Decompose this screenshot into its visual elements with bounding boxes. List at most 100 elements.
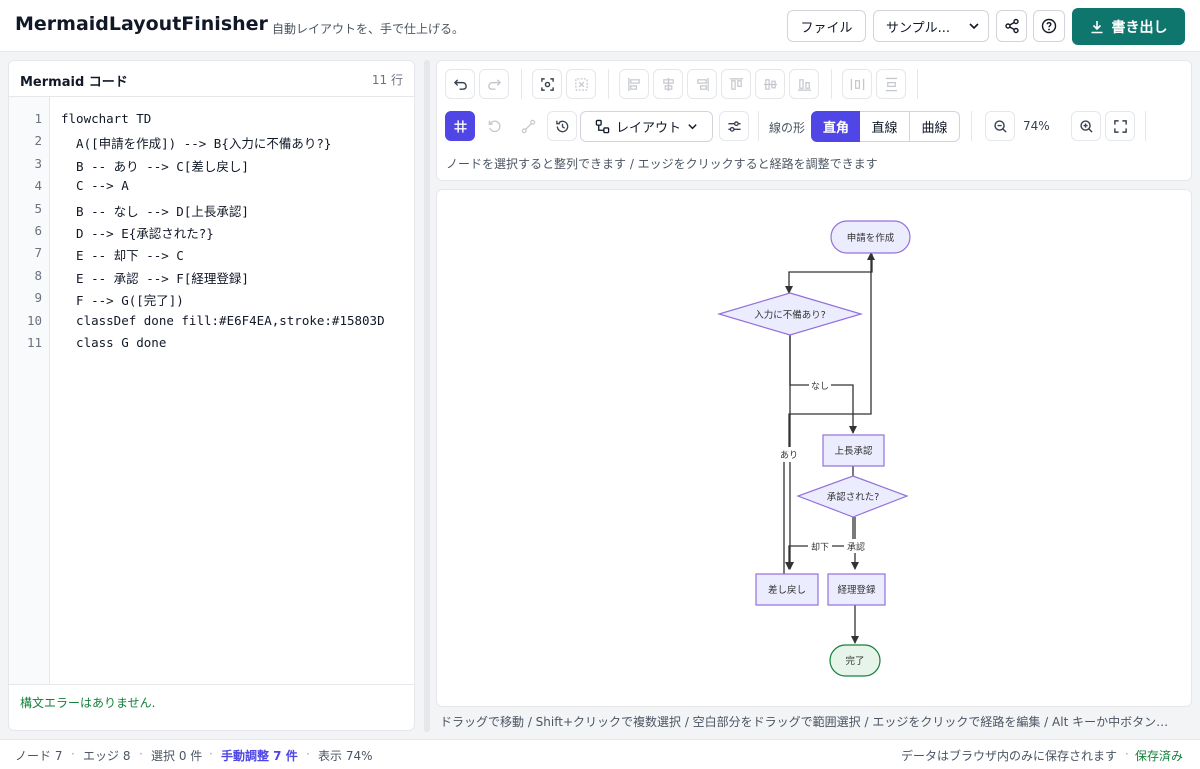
- status-separator: ·: [139, 747, 143, 761]
- canvas-hint: ドラッグで移動 / Shift+クリックで複数選択 / 空白部分をドラッグで範囲…: [440, 715, 1169, 729]
- app-subtitle: 自動レイアウトを、手で仕上げる。: [272, 22, 465, 36]
- align-right-button[interactable]: [687, 69, 717, 99]
- status-bar: ノード 7 · エッジ 8 · 選択 0 件 · 手動調整 7 件 · 表示 7…: [0, 739, 1200, 769]
- align-bottom-button[interactable]: [789, 69, 819, 99]
- app-header: MermaidLayoutFinisher 自動レイアウトを、手で仕上げる。 フ…: [0, 0, 1200, 52]
- code-line: classDef done fill:#E6F4EA,stroke:#15803…: [61, 313, 385, 328]
- focus-icon: [540, 77, 554, 91]
- diagram-toolbar: レイアウト 線の形 直角 直線 曲線 74% ノードを選択すると整列できます /…: [436, 60, 1192, 181]
- status-separator: ·: [209, 747, 213, 761]
- syntax-status-text: 構文エラーはありません.: [20, 696, 156, 710]
- status-separator: ·: [1125, 747, 1129, 761]
- line-number: 7: [34, 245, 42, 260]
- layout-label: レイアウト: [615, 121, 681, 136]
- editor-title: Mermaid コード: [20, 75, 128, 90]
- code-line: A([申請を作成]) --> B{入力に不備あり?}: [61, 136, 332, 151]
- layout-icon: [595, 119, 610, 134]
- help-icon: [1041, 18, 1057, 34]
- fit-view-button[interactable]: [532, 69, 562, 99]
- layout-settings-button[interactable]: [719, 111, 749, 141]
- sliders-icon: [727, 120, 741, 132]
- sample-select[interactable]: サンプル...: [873, 10, 989, 42]
- node-g[interactable]: 完了: [829, 644, 881, 677]
- redo-button[interactable]: [479, 69, 509, 99]
- editor-header: Mermaid コード 11 行: [9, 61, 414, 97]
- toolbar-divider: [1145, 111, 1146, 141]
- code-line: E -- 却下 --> C: [61, 248, 184, 263]
- reset-node-button[interactable]: [479, 111, 509, 141]
- toolbar-divider: [971, 111, 972, 141]
- distribute-horizontal-button[interactable]: [842, 69, 872, 99]
- line-count: 11 行: [371, 73, 403, 87]
- status-manual-adjust: 手動調整 7 件: [221, 749, 298, 763]
- node-b-label: 入力に不備あり?: [754, 309, 826, 321]
- flowchart-svg: なし あり 却下 承認 申請を作成 入力に不備あり? 上長承認 承認された? 差…: [716, 220, 911, 677]
- line-shape-label: 線の形: [769, 121, 806, 135]
- node-e[interactable]: 承認された?: [796, 475, 909, 518]
- reset-edge-button[interactable]: [513, 111, 543, 141]
- distribute-vertical-button[interactable]: [876, 69, 906, 99]
- zoom-out-icon: [993, 119, 1007, 133]
- node-b[interactable]: 入力に不備あり?: [716, 292, 864, 336]
- status-zoom: 表示 74%: [318, 749, 373, 763]
- code-line: F --> G([完了]): [61, 293, 184, 308]
- undo-button[interactable]: [445, 69, 475, 99]
- syntax-status: 構文エラーはありません.: [9, 684, 414, 730]
- node-e-label: 承認された?: [827, 491, 880, 503]
- toolbar-divider: [608, 69, 609, 99]
- status-storage-note: データはブラウザ内のみに保存されます: [901, 749, 1118, 763]
- align-top-icon: [729, 77, 743, 90]
- node-f[interactable]: 経理登録: [827, 573, 886, 606]
- node-c[interactable]: 差し戻し: [755, 573, 819, 606]
- zoom-in-button[interactable]: [1071, 111, 1101, 141]
- line-number: 2: [34, 133, 42, 148]
- status-saved: 保存済み: [1135, 749, 1184, 763]
- snap-grid-toggle[interactable]: [445, 111, 475, 141]
- line-number: 3: [34, 156, 42, 171]
- fullscreen-icon: [1113, 119, 1127, 133]
- share-button[interactable]: [996, 10, 1027, 42]
- toolbar-hint: ノードを選択すると整列できます / エッジをクリックすると経路を調整できます: [446, 157, 878, 171]
- line-shape-curved[interactable]: 曲線: [910, 111, 960, 142]
- clear-selection-button[interactable]: [566, 69, 596, 99]
- help-button[interactable]: [1033, 10, 1065, 42]
- edge-label-no: なし: [811, 381, 829, 392]
- zoom-in-icon: [1079, 119, 1093, 133]
- line-shape-straight[interactable]: 直線: [860, 111, 910, 142]
- align-center-icon: [662, 77, 674, 91]
- zoom-out-button[interactable]: [985, 111, 1015, 141]
- node-d[interactable]: 上長承認: [822, 434, 885, 467]
- code-line: C --> A: [61, 178, 129, 193]
- align-left-button[interactable]: [619, 69, 649, 99]
- app-title: MermaidLayoutFinisher: [15, 13, 268, 35]
- zoom-level: 74%: [1023, 119, 1050, 133]
- file-menu-button[interactable]: ファイル: [787, 10, 866, 42]
- status-selected: 選択 0 件: [151, 749, 203, 763]
- line-shape-orthogonal[interactable]: 直角: [811, 111, 861, 142]
- fullscreen-button[interactable]: [1105, 111, 1135, 141]
- diagram-canvas[interactable]: なし あり 却下 承認 申請を作成 入力に不備あり? 上長承認 承認された? 差…: [436, 189, 1192, 707]
- chevron-down-icon: [688, 124, 697, 130]
- code-editor-panel: Mermaid コード 11 行 1 2 3 4 5 6 7 8 9 10 11…: [8, 60, 415, 731]
- history-icon: [555, 120, 568, 132]
- status-edge-count: エッジ 8: [83, 749, 131, 763]
- align-center-button[interactable]: [653, 69, 683, 99]
- export-button[interactable]: 書き出し: [1072, 8, 1185, 45]
- toolbar-divider: [758, 111, 759, 141]
- toolbar-divider: [917, 69, 918, 99]
- align-middle-button[interactable]: [755, 69, 785, 99]
- code-line: class G done: [61, 335, 167, 350]
- align-top-button[interactable]: [721, 69, 751, 99]
- rotate-ccw-icon: [488, 120, 501, 132]
- distribute-horizontal-icon: [850, 78, 864, 90]
- line-number: 1: [34, 111, 42, 126]
- panel-resize-handle[interactable]: [424, 60, 430, 732]
- auto-layout-button[interactable]: レイアウト: [580, 111, 713, 142]
- node-a[interactable]: 申請を作成: [830, 220, 911, 254]
- line-number: 5: [34, 201, 42, 216]
- line-number: 9: [34, 290, 42, 305]
- status-node-count: ノード 7: [15, 749, 63, 763]
- edge-a-b[interactable]: [785, 254, 873, 294]
- history-button[interactable]: [547, 111, 577, 141]
- share-icon: [1004, 18, 1019, 34]
